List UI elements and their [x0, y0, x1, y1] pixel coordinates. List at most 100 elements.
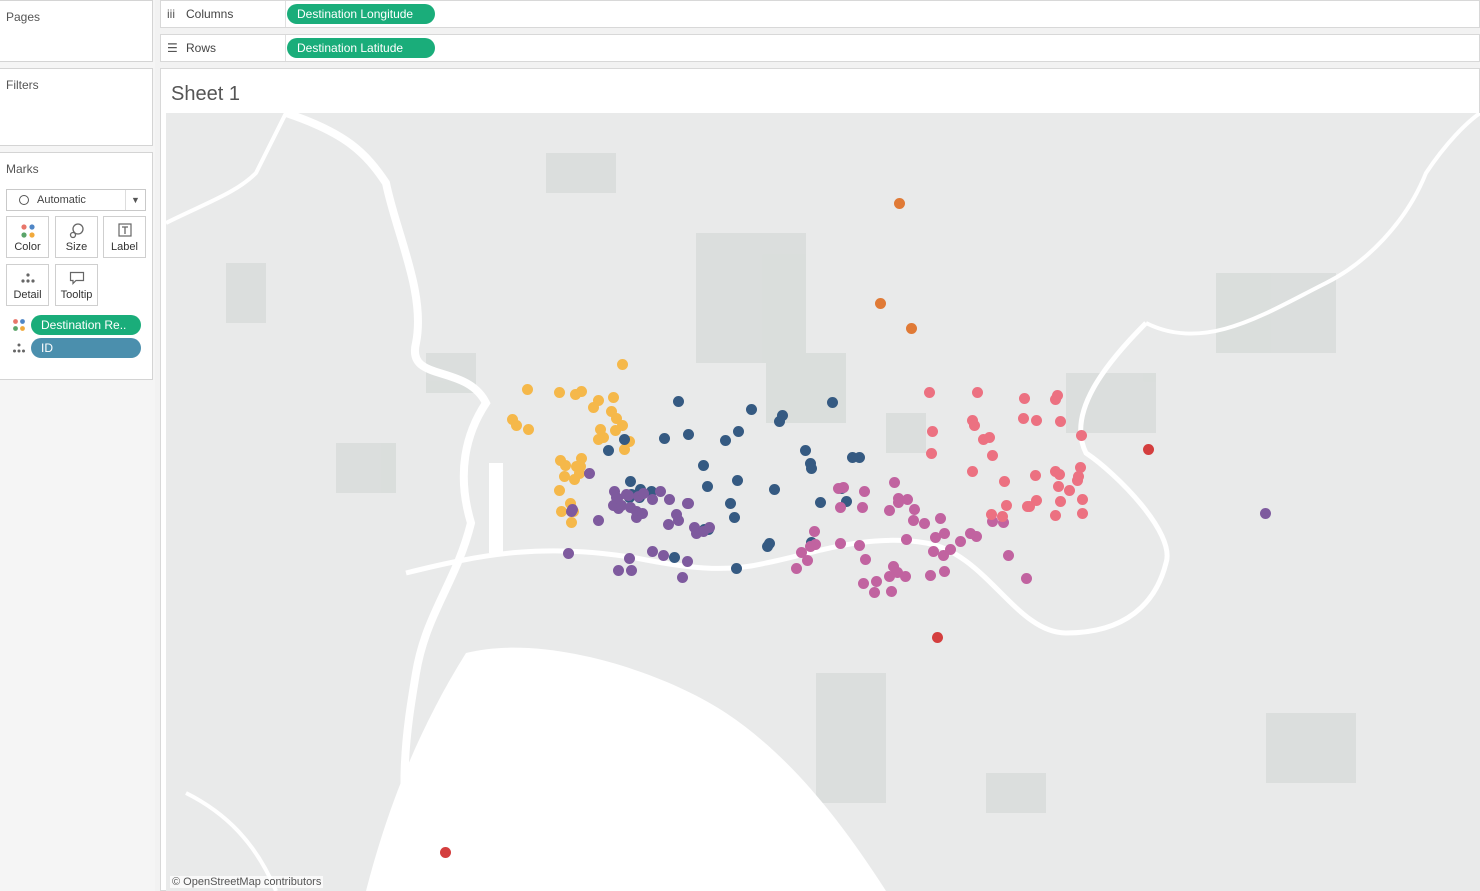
map-point[interactable]: [1018, 392, 1030, 404]
map-point[interactable]: [609, 424, 621, 436]
map-point[interactable]: [1030, 414, 1042, 426]
destination-longitude-pill[interactable]: Destination Longitude: [287, 4, 435, 24]
map-point[interactable]: [728, 511, 740, 523]
map-point[interactable]: [868, 586, 880, 598]
map-point[interactable]: [926, 425, 938, 437]
destination-latitude-pill[interactable]: Destination Latitude: [287, 38, 435, 58]
map-point[interactable]: [730, 562, 742, 574]
map-point[interactable]: [624, 475, 636, 487]
map-point[interactable]: [553, 484, 565, 496]
map-point[interactable]: [983, 431, 995, 443]
map-point[interactable]: [506, 413, 518, 425]
color-button[interactable]: Color: [6, 216, 49, 258]
label-button[interactable]: Label: [103, 216, 146, 258]
map-point[interactable]: [682, 428, 694, 440]
map-credit[interactable]: © OpenStreetMap contributors: [170, 876, 324, 888]
map-point[interactable]: [870, 575, 882, 587]
map-point[interactable]: [931, 631, 943, 643]
map-point[interactable]: [893, 197, 905, 209]
map-point[interactable]: [874, 297, 886, 309]
chevron-down-icon[interactable]: ▼: [125, 190, 145, 210]
map-point[interactable]: [857, 577, 869, 589]
map-point[interactable]: [575, 385, 587, 397]
map-point[interactable]: [908, 503, 920, 515]
map-point[interactable]: [773, 415, 785, 427]
map-point[interactable]: [1076, 493, 1088, 505]
map-point[interactable]: [925, 447, 937, 459]
map-point[interactable]: [918, 517, 930, 529]
map-point[interactable]: [612, 564, 624, 576]
map-point[interactable]: [618, 443, 630, 455]
map-point[interactable]: [1000, 499, 1012, 511]
map-point[interactable]: [565, 516, 577, 528]
map-point[interactable]: [934, 512, 946, 524]
map-point[interactable]: [986, 449, 998, 461]
map-point[interactable]: [745, 403, 757, 415]
map-point[interactable]: [964, 527, 976, 539]
map-point[interactable]: [697, 459, 709, 471]
map-point[interactable]: [853, 539, 865, 551]
map-point[interactable]: [615, 499, 627, 511]
map-point[interactable]: [646, 493, 658, 505]
map-point[interactable]: [1002, 549, 1014, 561]
map-point[interactable]: [924, 569, 936, 581]
map-point[interactable]: [929, 531, 941, 543]
map-point[interactable]: [646, 545, 658, 557]
map-point[interactable]: [602, 444, 614, 456]
pages-card[interactable]: Pages: [0, 0, 153, 62]
map-point[interactable]: [905, 322, 917, 334]
map-point[interactable]: [672, 514, 684, 526]
map-point[interactable]: [1142, 443, 1154, 455]
map-point[interactable]: [814, 496, 826, 508]
map-point[interactable]: [592, 394, 604, 406]
map-point[interactable]: [888, 476, 900, 488]
map-point[interactable]: [883, 504, 895, 516]
map-point[interactable]: [1049, 509, 1061, 521]
map-point[interactable]: [858, 485, 870, 497]
map-point[interactable]: [971, 386, 983, 398]
map-point[interactable]: [668, 551, 680, 563]
map-point[interactable]: [562, 547, 574, 559]
map-point[interactable]: [883, 570, 895, 582]
map-point[interactable]: [892, 496, 904, 508]
map-point[interactable]: [553, 386, 565, 398]
map-point[interactable]: [719, 434, 731, 446]
map-point[interactable]: [856, 501, 868, 513]
map-point[interactable]: [701, 480, 713, 492]
map-point[interactable]: [801, 554, 813, 566]
map-point[interactable]: [985, 508, 997, 520]
map-point[interactable]: [826, 396, 838, 408]
map-point[interactable]: [1259, 507, 1271, 519]
mark-type-dropdown[interactable]: Automatic ▼: [6, 189, 146, 211]
map-point[interactable]: [555, 505, 567, 517]
map-point[interactable]: [968, 419, 980, 431]
map-point[interactable]: [966, 465, 978, 477]
id-pill[interactable]: ID: [31, 338, 141, 358]
map-point[interactable]: [837, 481, 849, 493]
map-point[interactable]: [583, 467, 595, 479]
map-point[interactable]: [923, 386, 935, 398]
map-point[interactable]: [885, 585, 897, 597]
map-point[interactable]: [592, 433, 604, 445]
map-point[interactable]: [618, 433, 630, 445]
map-point[interactable]: [907, 514, 919, 526]
map-view[interactable]: © OpenStreetMap contributors: [166, 113, 1480, 891]
map-point[interactable]: [859, 553, 871, 565]
columns-shelf[interactable]: iii Columns Destination Longitude: [160, 0, 1480, 28]
map-point[interactable]: [1053, 468, 1065, 480]
rows-shelf[interactable]: ☰ Rows Destination Latitude: [160, 34, 1480, 62]
map-point[interactable]: [998, 475, 1010, 487]
map-point[interactable]: [568, 473, 580, 485]
map-point[interactable]: [616, 358, 628, 370]
map-point[interactable]: [623, 552, 635, 564]
map-point[interactable]: [521, 383, 533, 395]
destination-region-pill[interactable]: Destination Re..: [31, 315, 141, 335]
size-button[interactable]: Size: [55, 216, 98, 258]
map-point[interactable]: [681, 555, 693, 567]
map-point[interactable]: [558, 470, 570, 482]
map-point[interactable]: [1051, 389, 1063, 401]
map-point[interactable]: [592, 514, 604, 526]
tooltip-button[interactable]: Tooltip: [55, 264, 98, 306]
map-point[interactable]: [682, 497, 694, 509]
map-point[interactable]: [808, 525, 820, 537]
